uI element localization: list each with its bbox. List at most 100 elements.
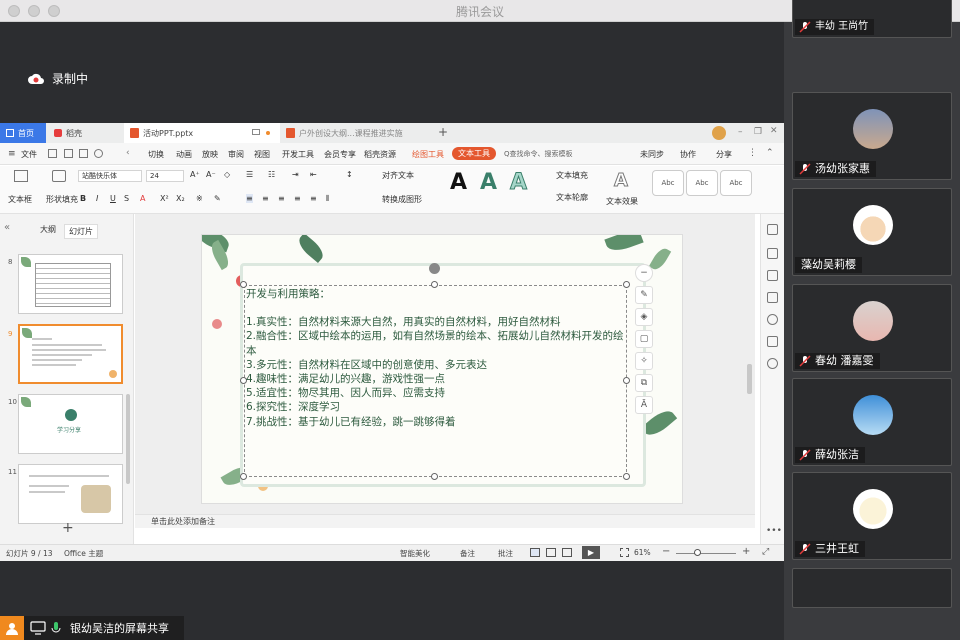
zoom-level[interactable]: 61%: [634, 548, 651, 557]
participant-card[interactable]: 薛幼张洁: [792, 378, 952, 466]
font-color-icon[interactable]: A: [140, 194, 145, 203]
text-fill-button[interactable]: 文本填充: [556, 170, 588, 181]
tab-outdoor-outline[interactable]: 户外创设大纲...课程推进实施: [280, 123, 430, 143]
bold-icon[interactable]: B: [80, 194, 86, 203]
textbox-icon[interactable]: [14, 170, 28, 182]
command-search[interactable]: Q查找命令、搜索模板: [500, 147, 620, 161]
gear-icon[interactable]: [767, 358, 778, 369]
resize-handle[interactable]: [240, 473, 247, 480]
chevron-left-icon[interactable]: ‹: [126, 148, 130, 158]
font-size-select[interactable]: 24: [146, 170, 184, 182]
thumb-scrollbar[interactable]: [126, 394, 130, 484]
indent-icon[interactable]: ⇥: [292, 170, 299, 179]
slide-thumbnail-9[interactable]: [18, 324, 123, 384]
tab-monitor-icon[interactable]: [252, 129, 260, 135]
participant-card-partial[interactable]: [792, 568, 952, 608]
collaborate-button[interactable]: 协作: [680, 149, 696, 160]
normal-view-icon[interactable]: [530, 548, 540, 557]
restore-icon[interactable]: ❐: [754, 127, 762, 137]
convert-shape-button[interactable]: 转换成图形: [382, 194, 422, 205]
participant-card[interactable]: 汤幼张家惠: [792, 92, 952, 180]
menu-icon[interactable]: ≡: [8, 149, 16, 159]
star-icon[interactable]: [767, 270, 778, 281]
align-left-icon[interactable]: ≡: [246, 194, 253, 203]
rotate-handle-icon[interactable]: [429, 263, 440, 274]
reading-view-icon[interactable]: [562, 548, 572, 557]
shape-fill-button[interactable]: 形状填充: [46, 194, 78, 205]
resize-handle[interactable]: [623, 473, 630, 480]
comment-button[interactable]: 批注: [498, 548, 513, 559]
select-icon[interactable]: [767, 224, 778, 235]
distribute-icon[interactable]: ≡: [310, 194, 317, 203]
superscript-icon[interactable]: X²: [160, 194, 169, 203]
zoom-in-icon[interactable]: +: [742, 546, 750, 557]
share-button[interactable]: 分享: [716, 149, 732, 160]
align-right-icon[interactable]: ≡: [278, 194, 285, 203]
slide-body-text[interactable]: 开发与利用策略： 1.真实性：自然材料来源大自然，用真实的自然材料，用好自然材料…: [246, 287, 626, 429]
copy-icon[interactable]: [767, 292, 778, 303]
tab-slides[interactable]: 幻灯片: [64, 224, 98, 239]
close-icon[interactable]: ✕: [770, 126, 778, 136]
tab-docer[interactable]: 稻壳: [48, 123, 124, 143]
add-slide-button[interactable]: +: [62, 520, 74, 536]
minimize-icon[interactable]: –: [738, 127, 743, 137]
text-style-black[interactable]: A: [450, 170, 467, 195]
shape-style-1[interactable]: Abc: [652, 170, 684, 196]
help-icon[interactable]: [767, 314, 778, 325]
zoom-slider[interactable]: [676, 553, 736, 554]
text-style-green[interactable]: A: [480, 170, 497, 195]
text-icon[interactable]: Ā: [635, 396, 653, 414]
slide-thumbnail-11[interactable]: [18, 464, 123, 524]
menu-view[interactable]: 视图: [254, 149, 270, 160]
more-icon[interactable]: •••: [766, 526, 782, 536]
participant-card[interactable]: 春幼 潘嘉雯: [792, 284, 952, 372]
shape-style-2[interactable]: Abc: [686, 170, 718, 196]
font-grow-icon[interactable]: A⁺: [190, 170, 200, 179]
preview-icon[interactable]: [94, 149, 103, 158]
pen-icon[interactable]: ✎: [635, 286, 653, 304]
menu-slideshow[interactable]: 放映: [202, 149, 218, 160]
resize-handle[interactable]: [431, 473, 438, 480]
notes-placeholder[interactable]: 单击此处添加备注: [135, 514, 755, 528]
text-outline-button[interactable]: 文本轮廓: [556, 192, 588, 203]
screen-share-indicator[interactable]: 银幼吴洁的屏幕共享: [0, 616, 184, 640]
minus-icon[interactable]: −: [635, 264, 653, 282]
lightbulb-icon[interactable]: ✧: [635, 352, 653, 370]
text-style-outline[interactable]: A: [509, 170, 527, 196]
sync-status[interactable]: 未同步: [640, 149, 664, 160]
smart-beautify-button[interactable]: 智能美化: [400, 548, 430, 559]
align-center-icon[interactable]: ≡: [262, 194, 269, 203]
canvas-scrollbar[interactable]: [747, 364, 752, 394]
font-name-select[interactable]: 站酷快乐体: [78, 170, 142, 182]
fill-icon[interactable]: ◈: [635, 308, 653, 326]
outdent-icon[interactable]: ⇤: [310, 170, 317, 179]
char-spacing-icon[interactable]: ※: [196, 194, 203, 203]
columns-icon[interactable]: ⫴: [326, 194, 329, 204]
highlight-icon[interactable]: ✎: [214, 194, 221, 203]
avatar[interactable]: [712, 126, 726, 140]
save-icon[interactable]: [48, 149, 57, 158]
notes-button[interactable]: 备注: [460, 548, 475, 559]
fit-window-icon[interactable]: [620, 548, 629, 557]
underline-icon[interactable]: U: [110, 194, 116, 203]
border-icon[interactable]: ▢: [635, 330, 653, 348]
menu-animation[interactable]: 动画: [176, 149, 192, 160]
theme-name[interactable]: Office 主题: [64, 548, 103, 559]
text-effect-button[interactable]: 文本效果: [606, 196, 638, 207]
tab-activity-ppt[interactable]: 活动PPT.pptx: [124, 123, 280, 143]
slide-thumbnail-8[interactable]: [18, 254, 123, 314]
textbox-button[interactable]: 文本框: [8, 194, 32, 205]
zoom-slider-thumb[interactable]: [694, 549, 701, 556]
menu-transition[interactable]: 切换: [148, 149, 164, 160]
menu-member[interactable]: 会员专享: [324, 149, 356, 160]
bullet-list-icon[interactable]: ☰: [246, 170, 253, 179]
new-tab-button[interactable]: +: [438, 125, 448, 139]
play-slideshow-button[interactable]: ▶: [582, 546, 600, 559]
menu-drawing-tools[interactable]: 绘图工具: [412, 149, 444, 160]
participant-card-partial[interactable]: 丰幼 王尚竹: [792, 0, 952, 38]
layers-icon[interactable]: ⧉: [635, 374, 653, 392]
menu-text-tools[interactable]: 文本工具: [452, 147, 496, 160]
align-text-button[interactable]: 对齐文本: [382, 170, 414, 181]
print-icon[interactable]: [64, 149, 73, 158]
justify-icon[interactable]: ≡: [294, 194, 301, 203]
